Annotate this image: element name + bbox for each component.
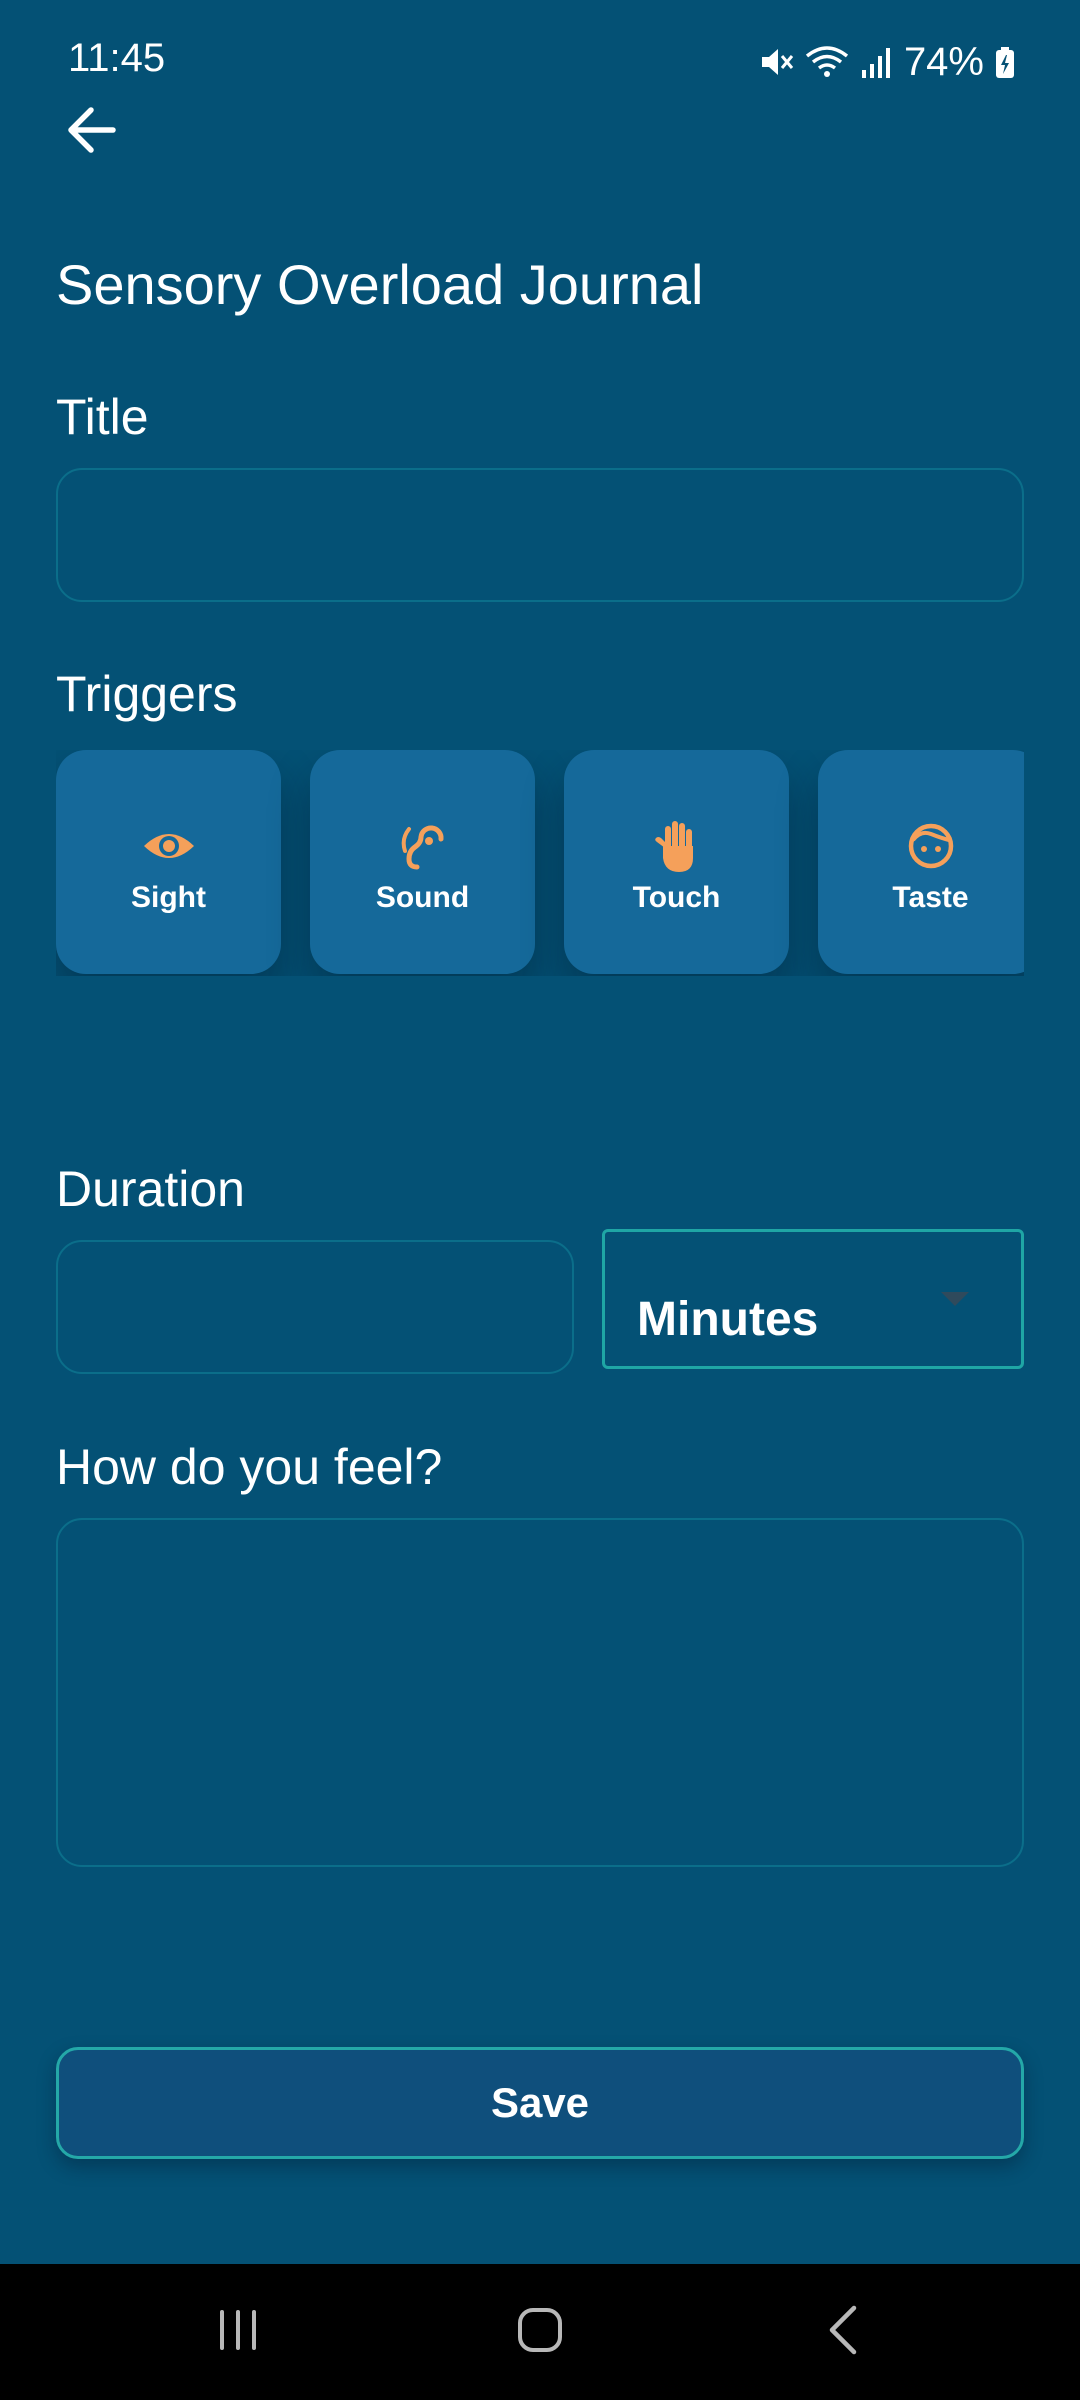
recents-button[interactable] [178,2264,298,2400]
caret-down-icon [939,1290,971,1313]
back-button[interactable] [56,96,128,168]
title-label: Title [56,389,149,445]
triggers-label: Triggers [56,666,238,722]
trigger-label: Sound [375,881,470,914]
duration-unit-dropdown[interactable]: Minutes [602,1229,1024,1369]
nav-back-button[interactable] [783,2264,903,2400]
trigger-label: Sight [131,881,206,914]
duration-unit-value: Minutes [637,1293,819,1346]
recents-icon [216,2308,260,2357]
trigger-sound[interactable]: Sound [310,750,535,974]
status-icons: 74% [758,36,1016,88]
battery-icon [994,44,1016,80]
ear-icon [394,817,452,875]
trigger-touch[interactable]: Touch [564,750,789,974]
duration-label: Duration [56,1161,245,1217]
hand-icon [648,817,706,875]
wifi-icon [804,44,850,80]
trigger-label: Touch [632,881,721,914]
page-title: Sensory Overload Journal [56,253,704,316]
feel-textarea[interactable] [56,1518,1024,1867]
face-icon [902,817,960,875]
triggers-list: Sight Sound Touch Taste [56,750,1024,976]
back-icon [828,2305,858,2360]
mute-icon [758,44,794,80]
title-input[interactable] [56,468,1024,602]
home-icon [516,2306,564,2359]
trigger-label: Taste [892,881,969,914]
system-nav-bar [0,2264,1080,2400]
eye-icon [140,817,198,875]
battery-percent: 74% [903,39,984,84]
signal-icon [860,44,894,80]
trigger-taste[interactable]: Taste [818,750,1024,974]
save-button[interactable]: Save [56,2047,1024,2159]
home-button[interactable] [480,2264,600,2400]
trigger-sight[interactable]: Sight [56,750,281,974]
arrow-left-icon [65,103,119,162]
status-time: 11:45 [68,36,166,80]
duration-input[interactable] [56,1240,574,1374]
feel-label: How do you feel? [56,1439,443,1495]
